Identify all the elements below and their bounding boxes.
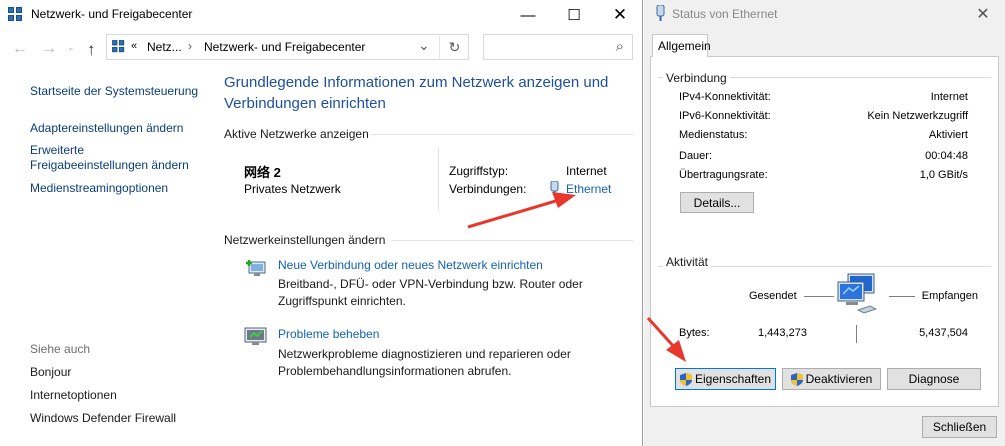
up-arrow-icon[interactable]: ↑ — [87, 40, 96, 60]
sidebar-link-advanced-sharing-line2[interactable]: Freigabeeinstellungen ändern — [30, 158, 189, 173]
search-icon[interactable]: ⌕ — [616, 38, 624, 55]
divider — [371, 134, 633, 135]
ipv4-value: Internet — [930, 91, 968, 103]
description-line: Breitband-, DFÜ- oder VPN-Verbindung bzw… — [278, 277, 583, 291]
back-arrow-icon[interactable]: ← — [12, 40, 28, 58]
troubleshoot-icon — [244, 325, 268, 347]
new-connection-icon — [244, 256, 268, 278]
troubleshoot-description: Netzwerkprobleme diagnostizieren und rep… — [278, 346, 608, 380]
new-connection-link[interactable]: Neue Verbindung oder neues Netzwerk einr… — [278, 258, 543, 272]
sidebar-link-control-panel-home[interactable]: Startseite der Systemsteuerung — [30, 84, 198, 99]
active-networks-heading: Aktive Netzwerke anzeigen — [224, 127, 369, 141]
speed-label: Übertragungsrate: — [679, 169, 768, 181]
ipv4-label: IPv4-Konnektivität: — [679, 91, 771, 103]
access-type-value: Internet — [566, 164, 607, 178]
see-also-bonjour[interactable]: Bonjour — [30, 365, 71, 380]
connections-label: Verbindungen: — [449, 182, 527, 196]
change-settings-heading: Netzwerkeinstellungen ändern — [224, 233, 386, 247]
close-dialog-button[interactable]: Schließen — [922, 416, 997, 438]
ipv6-value: Kein Netzwerkzugriff — [867, 110, 968, 122]
sent-label: Gesendet — [749, 290, 797, 302]
breadcrumb-network-center[interactable]: Netzwerk- und Freigabecenter — [204, 40, 365, 54]
network-computers-icon — [834, 272, 884, 320]
recent-locations-chevron-icon[interactable]: ⌄ — [67, 42, 75, 53]
maximize-button[interactable]: ☐ — [551, 0, 597, 30]
window-title: Netzwerk- und Freigabecenter — [31, 7, 193, 21]
description-line: Zugriffspunkt einrichten. — [278, 294, 406, 308]
sidebar-link-media-streaming[interactable]: Medienstreamingoptionen — [30, 181, 168, 196]
disable-button[interactable]: Deaktivieren — [782, 368, 881, 390]
divider — [438, 148, 439, 211]
disable-label: Deaktivieren — [805, 372, 873, 386]
uac-shield-icon — [679, 372, 692, 386]
bytes-label: Bytes: — [679, 327, 710, 339]
tab-general[interactable]: Allgemein — [652, 34, 711, 57]
connection-group-heading: Verbindung — [663, 71, 730, 85]
breadcrumb-separator-icon: › — [188, 39, 192, 53]
network-center-icon — [8, 7, 24, 23]
description-line: Problembehandlungsinformationen abrufen. — [278, 364, 512, 378]
ethernet-adapter-icon — [550, 180, 559, 195]
new-connection-description: Breitband-, DFÜ- oder VPN-Verbindung bzw… — [278, 276, 608, 310]
dialog-title: Status von Ethernet — [672, 7, 778, 21]
properties-button[interactable]: Eigenschaften — [675, 368, 776, 390]
overflow-crumb[interactable]: « — [131, 40, 137, 52]
close-button[interactable]: ✕ — [961, 0, 1005, 28]
description-line: Netzwerkprobleme diagnostizieren und rep… — [278, 347, 571, 361]
address-dropdown-icon[interactable]: ⌄ — [418, 37, 430, 54]
see-also-internet-options[interactable]: Internetoptionen — [30, 388, 117, 403]
properties-label: Eigenschaften — [694, 372, 772, 386]
activity-separator — [856, 325, 857, 343]
duration-label: Dauer: — [679, 150, 713, 162]
network-name: 网络 2 — [244, 165, 281, 180]
ethernet-status-dialog: Status von Ethernet ✕ Allgemein Verbindu… — [644, 0, 1005, 446]
access-type-label: Zugriffstyp: — [449, 164, 509, 178]
page-title-line2: Verbindungen einrichten — [224, 95, 386, 112]
received-label: Empfangen — [921, 290, 978, 302]
troubleshoot-link[interactable]: Probleme beheben — [278, 327, 379, 341]
close-button[interactable]: ✕ — [597, 0, 643, 30]
divider — [391, 240, 633, 241]
address-bar[interactable]: « Netz... › Netzwerk- und Freigabecenter… — [106, 34, 469, 60]
speed-value: 1,0 GBit/s — [919, 169, 968, 181]
bytes-sent-value: 1,443,273 — [758, 327, 807, 339]
forward-arrow-icon[interactable]: → — [41, 40, 57, 58]
search-input[interactable]: ⌕ — [483, 34, 633, 60]
page-title-line1: Grundlegende Informationen zum Netzwerk … — [224, 74, 609, 91]
received-line — [889, 296, 915, 297]
details-button[interactable]: Details... — [680, 192, 754, 213]
ethernet-connection-link[interactable]: Ethernet — [566, 182, 611, 196]
ipv6-label: IPv6-Konnektivität: — [679, 110, 771, 122]
refresh-icon[interactable]: ↻ — [439, 34, 469, 60]
sidebar-link-adapter-settings[interactable]: Adaptereinstellungen ändern — [30, 121, 183, 136]
sent-line — [804, 296, 834, 297]
network-center-small-icon — [112, 40, 126, 54]
see-also-defender-firewall[interactable]: Windows Defender Firewall — [30, 411, 176, 426]
network-sharing-center-window: Netzwerk- und Freigabecenter — ☐ ✕ ← → ⌄… — [0, 0, 643, 446]
activity-group-heading: Aktivität — [663, 255, 712, 269]
media-status-value: Aktiviert — [928, 129, 968, 141]
sidebar-link-advanced-sharing-line1[interactable]: Erweiterte — [30, 143, 84, 158]
media-status-label: Medienstatus: — [679, 129, 748, 141]
breadcrumb-netz[interactable]: Netz... — [147, 40, 182, 54]
ethernet-adapter-icon — [656, 4, 665, 21]
minimize-button[interactable]: — — [505, 0, 551, 30]
bytes-received-value: 5,437,504 — [919, 327, 968, 339]
duration-value: 00:04:48 — [925, 150, 968, 162]
uac-shield-icon — [790, 372, 803, 386]
tab-panel — [650, 56, 999, 407]
see-also-heading: Siehe auch — [30, 342, 91, 356]
diagnose-button[interactable]: Diagnose — [887, 368, 981, 390]
network-type[interactable]: Privates Netzwerk — [244, 182, 341, 196]
page-title: Grundlegende Informationen zum Netzwerk … — [224, 72, 634, 114]
